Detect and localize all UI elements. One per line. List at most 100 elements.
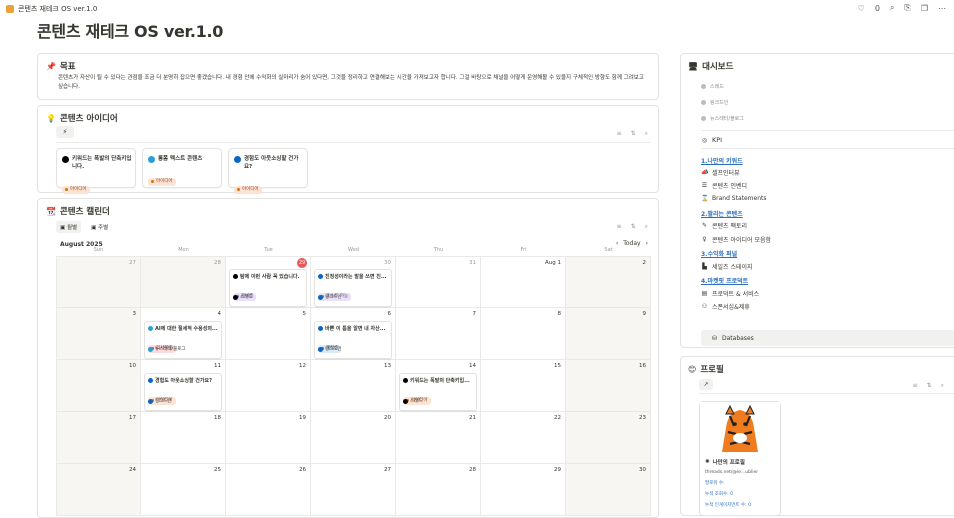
profile-card[interactable]: ✺ 나만의 프로필 threads.net/@ie...ublier 팔로워 수:… <box>699 401 781 516</box>
calendar-day-cell[interactable]: Aug 1 <box>481 256 566 308</box>
calendar-day-cell[interactable]: 27 <box>56 256 141 308</box>
status-badge: 아이디어 <box>234 185 262 194</box>
content-inventory-link[interactable]: ☰ 콘텐츠 인벤디 <box>701 181 747 190</box>
calendar-day-cell[interactable]: 12 <box>226 360 311 412</box>
calendar-event-card[interactable]: 진정성이라는 말을 쓰면 진... 포스트 가능 링크드인 <box>314 269 392 307</box>
calendar-day-cell[interactable]: 15 <box>481 360 566 412</box>
calendar-day-cell[interactable]: 8 <box>481 308 566 360</box>
calendar-event-card[interactable]: 키워드는 폭발의 단축키입... 아이디어 스레드 <box>399 373 477 411</box>
list-icon: ☰ <box>701 182 708 189</box>
sort-icon[interactable]: ⇅ <box>631 130 636 138</box>
calendar-day-cell[interactable]: 28 <box>396 464 481 516</box>
chevron-right-icon[interactable]: › <box>646 240 648 247</box>
calendar-section: 📆 콘텐츠 캘린더 ▣ 월별 ▣ 주별 ≡ ⇅ ⌕ August 2025 ‹ … <box>37 198 659 518</box>
calendar-day-cell[interactable]: 22 <box>481 412 566 464</box>
calendar-event-card[interactable]: 경험도 아웃소싱할 건가요? 아이디어 링크드인 <box>144 373 222 411</box>
search-icon[interactable]: ⌕ <box>645 223 648 231</box>
calendar-day-cell[interactable]: 24 <box>56 464 141 516</box>
calendar-day-cell[interactable]: 18 <box>141 412 226 464</box>
calendar-day-cell[interactable]: 13 <box>311 360 396 412</box>
idea-card[interactable]: 롱폼 텍스트 콘텐츠 아이디어 <box>142 148 222 188</box>
self-interview-link[interactable]: 📣 셀프인터뷰 <box>701 168 740 177</box>
calendar-day-cell[interactable]: 3 <box>56 308 141 360</box>
databases-button[interactable]: ⛁ Databases <box>701 330 954 346</box>
channel-threads[interactable]: 스레드 <box>701 83 724 90</box>
tab-monthly[interactable]: ▣ 월별 <box>56 221 82 233</box>
channel-icon <box>148 326 153 331</box>
product-service-link[interactable]: ▤ 프로덕트 & 서비스 <box>701 289 759 298</box>
calendar-event-card[interactable]: AI에 대한 절세적 수용성의... 리서치중 뉴스레터/블로그 <box>144 321 222 359</box>
calendar-day-cell[interactable]: 26 <box>226 464 311 516</box>
tab-title[interactable]: 콘텐츠 재테크 OS ver.1.0 <box>18 4 97 14</box>
calendar-day-cell[interactable]: 25 <box>141 464 226 516</box>
sponsorship-link[interactable]: ⚇ 스폰서십&제휴 <box>701 302 750 311</box>
idea-card[interactable]: 경험도 아웃소싱할 건가요? 아이디어 <box>228 148 308 194</box>
channel-icon <box>318 326 323 331</box>
section-funnel[interactable]: 3.수익화 퍼널 <box>701 249 737 258</box>
calendar-event-card[interactable]: 탐에 이런 사람 꼭 있습니다. 준비중 스레드 <box>229 269 307 307</box>
calendar-day-cell[interactable]: 21 <box>396 412 481 464</box>
search-icon[interactable]: ⌕ <box>941 382 944 390</box>
idea-box-link[interactable]: ♀ 콘텐츠 아이디어 모음함 <box>701 235 771 244</box>
briefcase-icon: ▤ <box>701 290 708 297</box>
calendar-day-cell[interactable]: 5 <box>226 308 311 360</box>
calendar-day-cell[interactable]: 28 <box>141 256 226 308</box>
channel-newsletter[interactable]: 뉴스레터/블로그 <box>701 115 744 122</box>
channel-icon <box>403 398 408 404</box>
section-product[interactable]: 4.마켓핏 프로덕트 <box>701 276 748 285</box>
day-number: 2 <box>642 260 647 266</box>
chart-view-icon[interactable]: ↗ <box>699 379 713 390</box>
filter-icon[interactable]: ≡ <box>617 223 622 231</box>
search-icon[interactable]: ⌕ <box>890 3 894 13</box>
calendar-event-card[interactable]: 바쁜 이 틈을 알면 내 자산... 제작중 링크드인 <box>314 321 392 359</box>
sort-icon[interactable]: ⇅ <box>631 223 636 231</box>
content-factory-link[interactable]: ✎ 콘텐츠 팩토리 <box>701 221 747 230</box>
database-icon: ⛁ <box>711 334 718 342</box>
calendar-day-cell[interactable]: 27 <box>311 464 396 516</box>
lightning-view-icon[interactable]: ⚡ <box>56 126 74 138</box>
filter-icon[interactable]: ≡ <box>617 130 622 138</box>
calendar-day-cell[interactable]: 9 <box>566 308 651 360</box>
profile-controls: ≡ ⇅ ⌕ <box>913 382 944 390</box>
calendar-day-cell[interactable]: 19 <box>226 412 311 464</box>
calendar-day-cell[interactable]: 17 <box>56 412 141 464</box>
sales-stage-link[interactable]: ▙ 세일즈 스테이지 <box>701 262 752 271</box>
day-number: 5 <box>302 311 307 317</box>
calendar-day-cell[interactable]: 7 <box>396 308 481 360</box>
day-number: 24 <box>129 467 136 473</box>
calendar-day-cell[interactable]: 20 <box>311 412 396 464</box>
chevron-left-icon[interactable]: ‹ <box>616 240 618 247</box>
channel-linkedin[interactable]: 링크드인 <box>701 99 728 106</box>
sort-icon[interactable]: ⇅ <box>927 382 932 390</box>
dashboard-heading: 대시보드 <box>702 62 734 72</box>
section-content[interactable]: 2.팔리는 콘텐츠 <box>701 209 743 218</box>
status-badge: 아이디어 <box>148 177 176 186</box>
calendar-day-cell[interactable]: 23 <box>566 412 651 464</box>
profile-url[interactable]: threads.net/@ie...ublier <box>705 470 758 475</box>
calendar-controls: ≡ ⇅ ⌕ <box>617 223 648 231</box>
day-number: 11 <box>214 363 221 369</box>
filter-icon[interactable]: ≡ <box>913 382 918 390</box>
calendar-day-cell[interactable]: 2 <box>566 256 651 308</box>
day-number: 6 <box>387 311 392 317</box>
more-icon[interactable]: ⋯ <box>938 4 946 13</box>
calendar-day-cell[interactable]: 31 <box>396 256 481 308</box>
search-icon[interactable]: ⌕ <box>645 130 648 138</box>
brand-statements-link[interactable]: ⌛ Brand Statements <box>701 195 766 202</box>
calendar-day-cell[interactable]: 16 <box>566 360 651 412</box>
share-icon[interactable]: ⎘ <box>904 3 910 13</box>
tab-weekly[interactable]: ▣ 주별 <box>87 221 112 233</box>
idea-card[interactable]: 키워드는 폭발의 단축키입니다. 아이디어 <box>56 148 136 194</box>
section-keyword[interactable]: 1.나만의 키워드 <box>701 156 743 165</box>
heart-icon[interactable]: ♡ <box>858 4 865 13</box>
today-button[interactable]: Today <box>623 240 640 247</box>
calendar-day-cell[interactable]: 30 <box>566 464 651 516</box>
kpi-link[interactable]: ◎ KPI <box>701 136 722 144</box>
calendar-day-cell[interactable]: 10 <box>56 360 141 412</box>
calendar-day-cell[interactable]: 29 <box>481 464 566 516</box>
target-icon: ◎ <box>701 136 708 144</box>
day-number: 27 <box>129 260 136 266</box>
duplicate-icon[interactable]: ❐ <box>921 4 928 13</box>
megaphone-icon: 📣 <box>701 169 709 176</box>
engagement-label: 누적 인게이지먼트 수: 0 <box>705 503 751 508</box>
